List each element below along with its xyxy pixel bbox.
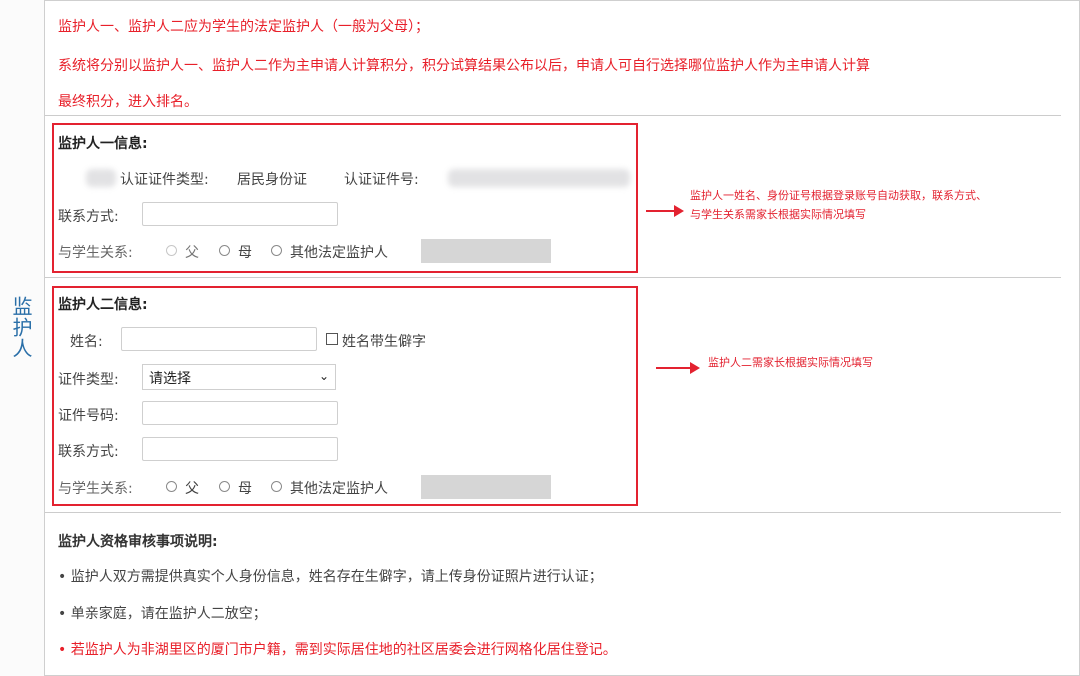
guardian2-radio-father[interactable] xyxy=(166,481,177,492)
guardian2-id-no-input[interactable] xyxy=(142,401,338,425)
guardian2-name-input[interactable] xyxy=(121,327,317,351)
notice-line-2: 系统将分别以监护人一、监护人二作为主申请人计算积分，积分试算结果公布以后，申请人… xyxy=(58,58,870,74)
guardian2-id-no-label: 证件号码: xyxy=(58,408,119,424)
guardian1-relation-label: 与学生关系: xyxy=(58,245,133,261)
annotation-guardian1: 监护人一姓名、身份证号根据登录账号自动获取，联系方式、 与学生关系需家长根据实际… xyxy=(690,186,987,224)
guardian2-rare-char-checkbox[interactable] xyxy=(326,333,338,345)
review-item-2: • 单亲家庭，请在监护人二放空； xyxy=(58,606,267,622)
divider xyxy=(45,512,1061,513)
guardian1-contact-label: 联系方式: xyxy=(58,209,119,225)
guardian1-option-other: 其他法定监护人 xyxy=(290,245,388,261)
guardian2-contact-label: 联系方式: xyxy=(58,444,119,460)
guardian2-option-mother: 母 xyxy=(238,481,252,497)
guardian1-id-type-label: 认证证件类型: xyxy=(120,172,209,188)
guardian2-option-other: 其他法定监护人 xyxy=(290,481,388,497)
review-title: 监护人资格审核事项说明: xyxy=(58,534,218,550)
guardian1-name-redacted xyxy=(86,169,116,187)
arrow-right-icon xyxy=(646,205,684,217)
notice-line-3: 最终积分，进入排名。 xyxy=(58,94,198,110)
guardian2-relation-label: 与学生关系: xyxy=(58,481,133,497)
guardian2-id-type-selected: 请选择 xyxy=(149,371,191,387)
guardian1-option-father: 父 xyxy=(185,245,199,261)
guardian2-radio-other[interactable] xyxy=(271,481,282,492)
arrow-right-icon xyxy=(656,362,700,374)
guardian2-option-father: 父 xyxy=(185,481,199,497)
divider xyxy=(45,115,1061,116)
guardian2-highlight-box xyxy=(52,286,638,506)
guardian2-other-field-disabled xyxy=(421,475,551,499)
annotation-guardian1-line1: 监护人一姓名、身份证号根据登录账号自动获取，联系方式、 xyxy=(690,189,987,202)
guardian2-id-type-label: 证件类型: xyxy=(58,372,119,388)
chevron-down-icon: ⌄ xyxy=(318,369,329,383)
annotation-guardian1-line2: 与学生关系需家长根据实际情况填写 xyxy=(690,208,866,221)
guardian2-rare-char-label: 姓名带生僻字 xyxy=(342,334,426,350)
guardian1-contact-input[interactable] xyxy=(142,202,338,226)
guardian1-radio-other[interactable] xyxy=(271,245,282,256)
guardian1-other-field-disabled xyxy=(421,239,551,263)
guardian2-id-type-select[interactable]: 请选择 ⌄ xyxy=(142,364,336,390)
guardian1-id-no-redacted xyxy=(448,169,630,187)
review-item-1: • 监护人双方需提供真实个人身份信息，姓名存在生僻字，请上传身份证照片进行认证； xyxy=(58,569,603,585)
review-item-3: • 若监护人为非湖里区的厦门市户籍，需到实际居住地的社区居委会进行网格化居住登记… xyxy=(58,642,617,658)
guardian1-radio-father[interactable] xyxy=(166,245,177,256)
annotation-guardian2: 监护人二需家长根据实际情况填写 xyxy=(708,356,873,369)
guardian2-radio-mother[interactable] xyxy=(219,481,230,492)
section-label: 监护人 xyxy=(9,296,33,359)
guardian1-radio-mother[interactable] xyxy=(219,245,230,256)
section-label-column: 监护人 xyxy=(0,0,45,676)
guardian1-id-no-label: 认证证件号: xyxy=(344,172,419,188)
divider xyxy=(45,277,1061,278)
guardian1-title: 监护人一信息: xyxy=(58,136,148,152)
guardian2-contact-input[interactable] xyxy=(142,437,338,461)
guardian2-name-label: 姓名: xyxy=(70,334,103,350)
guardian1-id-type-value: 居民身份证 xyxy=(237,172,307,188)
guardian1-option-mother: 母 xyxy=(238,245,252,261)
guardian2-title: 监护人二信息: xyxy=(58,297,148,313)
notice-line-1: 监护人一、监护人二应为学生的法定监护人（一般为父母）； xyxy=(58,19,429,35)
